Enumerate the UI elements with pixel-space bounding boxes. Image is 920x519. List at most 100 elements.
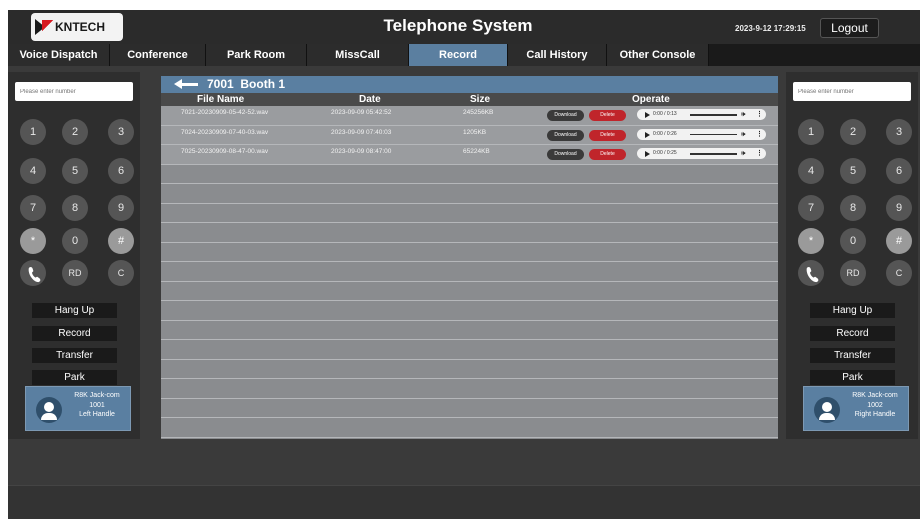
right-transfer-button[interactable]: Transfer (810, 348, 895, 363)
logout-button[interactable]: Logout (820, 18, 879, 38)
left-park-button[interactable]: Park (32, 370, 117, 385)
left-key-hash[interactable]: # (108, 228, 134, 254)
tab-voice-dispatch[interactable]: Voice Dispatch (8, 44, 110, 66)
audio-progress-slider[interactable] (690, 114, 737, 116)
table-row: 7021-20230909-05-42-52.wav 2023-09-09 05… (161, 106, 778, 126)
audio-time: 0:00 / 0:25 (653, 150, 677, 156)
table-row: 7024-20230909-07-40-03.wav 2023-09-09 07… (161, 125, 778, 145)
tab-call-history[interactable]: Call History (508, 44, 607, 66)
right-key-2[interactable]: 2 (840, 119, 866, 145)
empty-row (161, 301, 778, 321)
right-handle-name: R8K Jack-com (852, 392, 898, 399)
tab-park-room[interactable]: Park Room (206, 44, 307, 66)
left-key-3[interactable]: 3 (108, 119, 134, 145)
left-handle-info: R8K Jack-com 1001 Left Handle (66, 391, 128, 420)
tab-other-console[interactable]: Other Console (607, 44, 709, 66)
empty-row (161, 399, 778, 418)
left-key-9[interactable]: 9 (108, 195, 134, 221)
left-call-button[interactable] (20, 260, 46, 286)
right-handle-info: R8K Jack-com 1002 Right Handle (844, 391, 906, 420)
tab-record[interactable]: Record (409, 44, 508, 66)
right-key-9[interactable]: 9 (886, 195, 912, 221)
size-cell: 1205KB (463, 128, 487, 136)
audio-player: 0:00 / 0:26 🕪 ⋮ (637, 128, 766, 140)
play-icon[interactable] (645, 131, 650, 138)
tab-misscall[interactable]: MissCall (307, 44, 409, 66)
phone-icon (28, 267, 41, 283)
volume-icon[interactable]: 🕪 (741, 130, 745, 139)
more-options-icon[interactable]: ⋮ (756, 148, 763, 159)
tab-conference[interactable]: Conference (110, 44, 206, 66)
left-key-8[interactable]: 8 (62, 195, 88, 221)
right-record-button[interactable]: Record (810, 326, 895, 341)
empty-row (161, 379, 778, 399)
left-key-redial[interactable]: RD (62, 260, 88, 286)
right-key-hash[interactable]: # (886, 228, 912, 254)
delete-button[interactable]: Delete (589, 149, 626, 160)
record-panel: 7001 Booth 1 File Name Date Size Operate… (161, 76, 778, 439)
right-key-3[interactable]: 3 (886, 119, 912, 145)
right-handle-card[interactable]: R8K Jack-com 1002 Right Handle (803, 386, 909, 431)
right-key-7[interactable]: 7 (798, 195, 824, 221)
left-key-4[interactable]: 4 (20, 158, 46, 184)
left-key-star[interactable]: * (20, 228, 46, 254)
phone-icon (806, 267, 819, 283)
right-key-redial[interactable]: RD (840, 260, 866, 286)
left-hang-up-button[interactable]: Hang Up (32, 303, 117, 318)
col-date: Date (359, 94, 381, 105)
right-key-6[interactable]: 6 (886, 158, 912, 184)
left-handle-card[interactable]: R8K Jack-com 1001 Left Handle (25, 386, 131, 431)
audio-time: 0:00 / 0:26 (653, 130, 677, 137)
play-icon[interactable] (645, 112, 650, 118)
left-key-2[interactable]: 2 (62, 119, 88, 145)
left-transfer-button[interactable]: Transfer (32, 348, 117, 363)
audio-progress-slider[interactable] (690, 133, 737, 135)
right-park-button[interactable]: Park (810, 370, 895, 385)
right-key-star[interactable]: * (798, 228, 824, 254)
more-options-icon[interactable]: ⋮ (756, 129, 763, 140)
volume-icon[interactable]: 🕪 (741, 110, 745, 119)
audio-player: 0:00 / 0:13 🕪 ⋮ (637, 109, 766, 120)
left-key-clear[interactable]: C (108, 260, 134, 286)
operator-headset-icon (814, 397, 840, 423)
file-name-cell: 7024-20230909-07-40-03.wav (181, 128, 269, 136)
left-key-0[interactable]: 0 (62, 228, 88, 254)
download-button[interactable]: Download (547, 129, 584, 141)
audio-progress-slider[interactable] (690, 153, 737, 155)
record-table-body: 7021-20230909-05-42-52.wav 2023-09-09 05… (161, 106, 778, 438)
delete-button[interactable]: Delete (589, 129, 626, 141)
left-key-1[interactable]: 1 (20, 119, 46, 145)
right-call-button[interactable] (798, 260, 824, 286)
brand-logo: KNTECH (31, 13, 123, 41)
main-tabs: Voice Dispatch Conference Park Room Miss… (8, 44, 920, 66)
empty-row (161, 204, 778, 223)
more-options-icon[interactable]: ⋮ (756, 109, 763, 120)
size-cell: 245256KB (463, 109, 494, 116)
booth-ext: 7001 (207, 77, 234, 91)
left-key-5[interactable]: 5 (62, 158, 88, 184)
left-number-input[interactable] (15, 82, 133, 101)
left-key-6[interactable]: 6 (108, 158, 134, 184)
right-number-input[interactable] (793, 82, 911, 101)
back-arrow-icon[interactable] (174, 79, 198, 90)
kntech-logo-icon (35, 19, 53, 35)
empty-row (161, 360, 778, 379)
app-window: KNTECH Telephone System 2023-9-12 17:29:… (8, 10, 920, 519)
right-key-0[interactable]: 0 (840, 228, 866, 254)
volume-icon[interactable]: 🕪 (741, 149, 745, 158)
right-key-8[interactable]: 8 (840, 195, 866, 221)
datetime-display: 2023-9-12 17:29:15 (735, 24, 806, 33)
right-key-4[interactable]: 4 (798, 158, 824, 184)
play-icon[interactable] (645, 151, 650, 157)
delete-button[interactable]: Delete (589, 110, 626, 121)
left-handle-name: R8K Jack-com (74, 392, 120, 399)
right-key-clear[interactable]: C (886, 260, 912, 286)
right-key-5[interactable]: 5 (840, 158, 866, 184)
download-button[interactable]: Download (547, 110, 584, 121)
download-button[interactable]: Download (547, 149, 584, 160)
right-hang-up-button[interactable]: Hang Up (810, 303, 895, 318)
right-key-1[interactable]: 1 (798, 119, 824, 145)
left-key-7[interactable]: 7 (20, 195, 46, 221)
left-record-button[interactable]: Record (32, 326, 117, 341)
empty-row (161, 418, 778, 438)
